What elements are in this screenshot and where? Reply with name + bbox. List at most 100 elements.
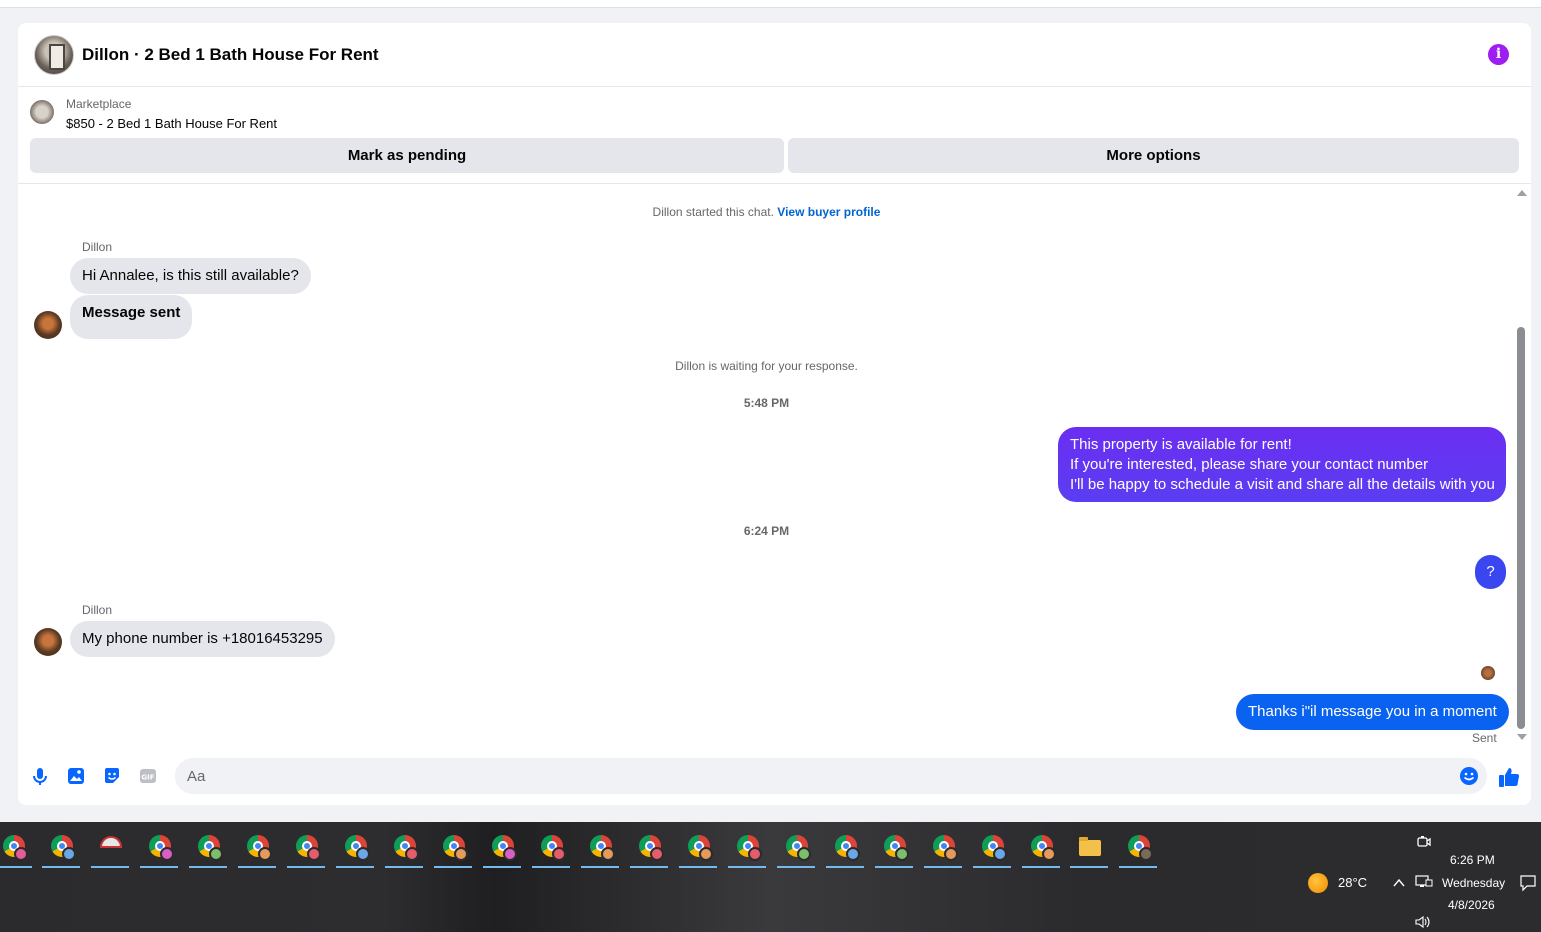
chrome-taskbar-icon[interactable]: [630, 830, 668, 868]
profile-badge-icon: [160, 847, 174, 861]
marketplace-chat-card: Dillon · 2 Bed 1 Bath House For Rent i M…: [18, 23, 1531, 805]
chrome-taskbar-icon[interactable]: [42, 830, 80, 868]
chevron-up-icon[interactable]: [1392, 876, 1406, 890]
profile-badge-icon: [62, 847, 76, 861]
weather-sun-icon[interactable]: [1308, 873, 1328, 893]
profile-badge-icon: [454, 847, 468, 861]
read-receipt-avatar: [1481, 666, 1495, 680]
chrome-taskbar-icon[interactable]: [483, 830, 521, 868]
gif-icon[interactable]: GIF: [138, 766, 158, 786]
profile-badge-icon: [1139, 847, 1153, 861]
listing-price-title[interactable]: $850 - 2 Bed 1 Bath House For Rent: [66, 116, 277, 131]
chat-started-text: Dillon started this chat.: [652, 205, 774, 219]
chrome-taskbar-icon[interactable]: [238, 830, 276, 868]
profile-badge-icon: [552, 847, 566, 861]
message-thread[interactable]: Dillon started this chat. View buyer pro…: [18, 185, 1531, 745]
emoji-icon[interactable]: [1459, 766, 1479, 786]
profile-badge-icon: [748, 847, 762, 861]
message-composer: GIF: [18, 756, 1531, 796]
profile-badge-icon: [356, 847, 370, 861]
chrome-taskbar-icon[interactable]: [532, 830, 570, 868]
chrome-taskbar-icon[interactable]: [336, 830, 374, 868]
chrome-taskbar-icon[interactable]: [973, 830, 1011, 868]
chat-header: Dillon · 2 Bed 1 Bath House For Rent i: [18, 23, 1531, 87]
chrome-taskbar-icon[interactable]: [777, 830, 815, 868]
app-taskbar-icon[interactable]: [91, 830, 129, 868]
chrome-taskbar-icon[interactable]: [140, 830, 178, 868]
sticker-icon[interactable]: [102, 766, 122, 786]
scroll-up-arrow-icon[interactable]: [1517, 190, 1527, 196]
microphone-icon[interactable]: [30, 766, 50, 786]
scrollbar-thumb[interactable]: [1517, 327, 1525, 729]
chrome-taskbar-icon[interactable]: [287, 830, 325, 868]
sent-status: Sent: [1472, 731, 1497, 745]
profile-badge-icon: [895, 847, 909, 861]
outgoing-message[interactable]: This property is available for rent! If …: [1058, 427, 1506, 502]
mark-as-pending-button[interactable]: Mark as pending: [30, 138, 784, 173]
timestamp: 5:48 PM: [743, 396, 790, 410]
outgoing-message[interactable]: Thanks i"il message you in a moment: [1236, 694, 1509, 730]
profile-badge-icon: [1042, 847, 1056, 861]
chat-title[interactable]: Dillon · 2 Bed 1 Bath House For Rent: [82, 45, 379, 65]
umbrella-icon: [100, 836, 122, 848]
chat-started-note: Dillon started this chat. View buyer pro…: [18, 205, 1515, 219]
info-icon[interactable]: i: [1488, 44, 1509, 65]
outgoing-message[interactable]: ?: [1475, 555, 1506, 589]
message-line: I'll be happy to schedule a visit and sh…: [1070, 476, 1495, 493]
profile-badge-icon: [797, 847, 811, 861]
chrome-taskbar-icon[interactable]: [1119, 830, 1157, 868]
network-icon[interactable]: [1415, 874, 1433, 890]
chrome-taskbar-icon[interactable]: [1022, 830, 1060, 868]
chrome-taskbar-icon[interactable]: [728, 830, 766, 868]
profile-badge-icon: [846, 847, 860, 861]
profile-badge-icon: [650, 847, 664, 861]
message-line: If you're interested, please share your …: [1070, 456, 1429, 473]
meet-now-icon[interactable]: [1416, 834, 1432, 850]
clock-time[interactable]: 6:26 PM: [1450, 853, 1495, 867]
file-explorer-taskbar-icon[interactable]: [1070, 830, 1108, 868]
sender-name: Dillon: [82, 603, 113, 617]
incoming-message[interactable]: Message sent: [70, 295, 193, 339]
waiting-note: Dillon is waiting for your response.: [675, 359, 858, 373]
chrome-taskbar-icon[interactable]: [385, 830, 423, 868]
incoming-message[interactable]: My phone number is +18016453295: [70, 621, 335, 657]
listing-avatar[interactable]: [34, 35, 74, 75]
profile-badge-icon: [699, 847, 713, 861]
chrome-taskbar-icon[interactable]: [924, 830, 962, 868]
chrome-taskbar-icon[interactable]: [434, 830, 472, 868]
message-input[interactable]: [175, 758, 1487, 794]
profile-badge-icon: [503, 847, 517, 861]
profile-badge-icon: [405, 847, 419, 861]
message-line: This property is available for rent!: [1070, 436, 1292, 453]
thumbs-up-icon[interactable]: [1498, 766, 1520, 788]
profile-badge-icon: [258, 847, 272, 861]
profile-badge-icon: [14, 847, 28, 861]
scroll-down-arrow-icon[interactable]: [1517, 734, 1527, 740]
chrome-taskbar-icon[interactable]: [189, 830, 227, 868]
sender-name: Dillon: [82, 240, 113, 254]
view-buyer-profile-link[interactable]: View buyer profile: [777, 205, 880, 219]
dillon-avatar[interactable]: [34, 628, 62, 656]
incoming-message[interactable]: Hi Annalee, is this still available?: [70, 258, 311, 294]
more-options-button[interactable]: More options: [788, 138, 1519, 173]
chrome-taskbar-icon[interactable]: [826, 830, 864, 868]
photo-icon[interactable]: [66, 766, 86, 786]
profile-badge-icon: [209, 847, 223, 861]
svg-text:GIF: GIF: [141, 774, 154, 782]
marketplace-label: Marketplace: [66, 97, 132, 111]
notifications-icon[interactable]: [1519, 874, 1537, 892]
chrome-taskbar-icon[interactable]: [875, 830, 913, 868]
listing-thumbnail[interactable]: [30, 100, 54, 124]
dillon-avatar[interactable]: [34, 311, 62, 339]
chrome-taskbar-icon[interactable]: [581, 830, 619, 868]
timestamp: 6:24 PM: [743, 524, 790, 538]
thread-scrollbar[interactable]: [1514, 185, 1531, 745]
profile-badge-icon: [944, 847, 958, 861]
clock-date[interactable]: 4/8/2026: [1448, 898, 1495, 912]
chrome-taskbar-icon[interactable]: [679, 830, 717, 868]
volume-icon[interactable]: [1414, 914, 1432, 930]
clock-day[interactable]: Wednesday: [1442, 876, 1505, 890]
weather-temp[interactable]: 28°C: [1338, 875, 1367, 890]
listing-bar: Marketplace $850 - 2 Bed 1 Bath House Fo…: [18, 88, 1531, 184]
chrome-taskbar-icon[interactable]: [0, 830, 32, 868]
